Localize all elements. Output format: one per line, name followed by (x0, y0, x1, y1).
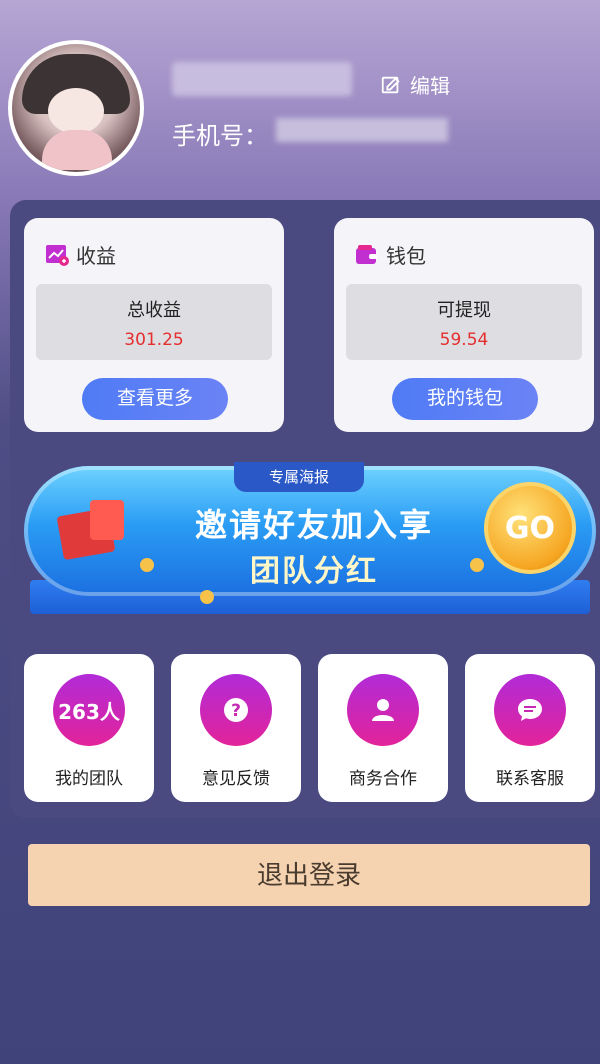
coin-icon (140, 558, 154, 572)
wallet-card: 钱包 可提现 59.54 我的钱包 (334, 218, 594, 432)
banner-headline: 邀请好友加入享 (194, 506, 433, 544)
phone-label: 手机号： (172, 122, 268, 150)
question-icon: ? (224, 698, 248, 722)
banner-tag: 专属海报 (234, 462, 364, 492)
tile-label: 联系客服 (496, 769, 564, 789)
team-count: 263人 (58, 699, 120, 724)
total-earnings-value: 301.25 (124, 330, 184, 350)
tile-business-cooperation[interactable]: 商务合作 (318, 654, 448, 802)
chat-bubble-icon (518, 699, 542, 721)
coin-icon (470, 558, 484, 572)
svg-text:?: ? (231, 701, 241, 721)
go-button[interactable]: GO (484, 482, 576, 574)
tile-feedback[interactable]: ? 意见反馈 (171, 654, 301, 802)
phone-number-redacted (276, 118, 448, 142)
banner-subheadline: 团队分红 (250, 554, 378, 589)
tile-label: 意见反馈 (202, 769, 270, 789)
total-earnings-label: 总收益 (127, 300, 181, 321)
wallet-title: 钱包 (386, 244, 426, 268)
my-wallet-button[interactable]: 我的钱包 (392, 378, 538, 420)
earnings-title: 收益 (76, 244, 116, 268)
edit-profile-button[interactable]: 编辑 (380, 70, 450, 99)
wallet-icon (356, 244, 377, 264)
withdrawable-label: 可提现 (437, 300, 491, 321)
edit-icon (381, 76, 400, 93)
withdrawable-value: 59.54 (439, 330, 489, 350)
team-count-badge: 263人 (53, 674, 125, 746)
earnings-card: 收益 总收益 301.25 查看更多 (24, 218, 284, 432)
coupon-icon (90, 500, 124, 540)
earnings-chart-icon (46, 244, 69, 266)
view-more-button[interactable]: 查看更多 (82, 378, 228, 420)
tile-label: 我的团队 (55, 769, 123, 789)
tile-label: 商务合作 (349, 769, 417, 789)
tile-my-team[interactable]: 263人 我的团队 (24, 654, 154, 802)
username-redacted (172, 62, 352, 96)
logout-button[interactable]: 退出登录 (28, 844, 590, 906)
edit-label: 编辑 (410, 74, 450, 98)
avatar[interactable] (8, 40, 144, 176)
coin-icon (200, 590, 214, 604)
invite-banner[interactable]: 专属海报 邀请好友加入享 团队分红 GO (24, 462, 596, 630)
tile-customer-service[interactable]: 联系客服 (465, 654, 595, 802)
person-icon (372, 699, 394, 721)
